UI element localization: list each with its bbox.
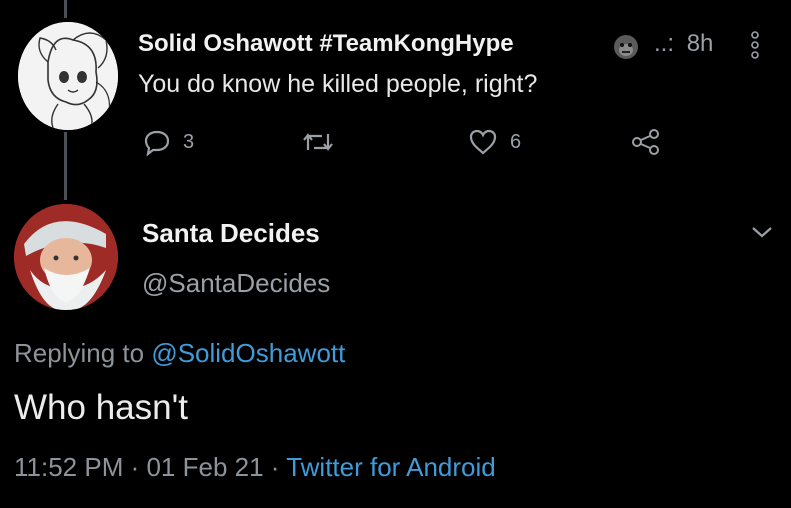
name-suffix: ..: <box>654 30 675 57</box>
like-count: 6 <box>510 130 522 153</box>
thread-connector <box>64 132 67 200</box>
reply-button[interactable]: 3 <box>143 128 194 156</box>
replying-prefix: Replying to <box>14 338 145 368</box>
thread-connector-top <box>64 0 67 18</box>
more-options-icon[interactable] <box>748 30 762 60</box>
client-link[interactable]: Twitter for Android <box>286 452 496 482</box>
reply-display-name[interactable]: Solid Oshawott #TeamKongHype <box>138 30 514 58</box>
timestamp: 11:52 PM · 01 Feb 21 · <box>14 452 280 482</box>
like-button[interactable]: 6 <box>468 128 521 156</box>
avatar-solid-oshawott[interactable] <box>18 22 118 130</box>
share-button[interactable] <box>630 128 662 156</box>
comment-icon <box>144 130 170 156</box>
reply-count: 3 <box>183 130 195 153</box>
chevron-down-icon[interactable] <box>750 224 774 245</box>
mention-link[interactable]: @SolidOshawott <box>151 338 345 368</box>
author-handle[interactable]: @SantaDecides <box>142 268 330 299</box>
avatar-drawing <box>18 22 118 130</box>
reply-text: You do know he killed people, right? <box>138 70 538 98</box>
avatar-photo <box>14 204 118 310</box>
reply-time: ..: 8h <box>654 30 713 58</box>
gorilla-emoji-icon <box>613 34 639 65</box>
replying-to: Replying to @SolidOshawott <box>14 338 345 369</box>
tweet-text: Who hasn't <box>14 388 188 427</box>
time-ago: 8h <box>686 30 714 57</box>
tweet-meta: 11:52 PM · 01 Feb 21 · Twitter for Andro… <box>14 452 496 483</box>
avatar-santa-decides[interactable] <box>14 204 118 310</box>
author-display-name[interactable]: Santa Decides <box>142 218 320 249</box>
retweet-icon <box>303 133 333 151</box>
retweet-button[interactable] <box>300 128 336 156</box>
heart-icon <box>469 129 497 155</box>
share-icon <box>632 129 659 155</box>
